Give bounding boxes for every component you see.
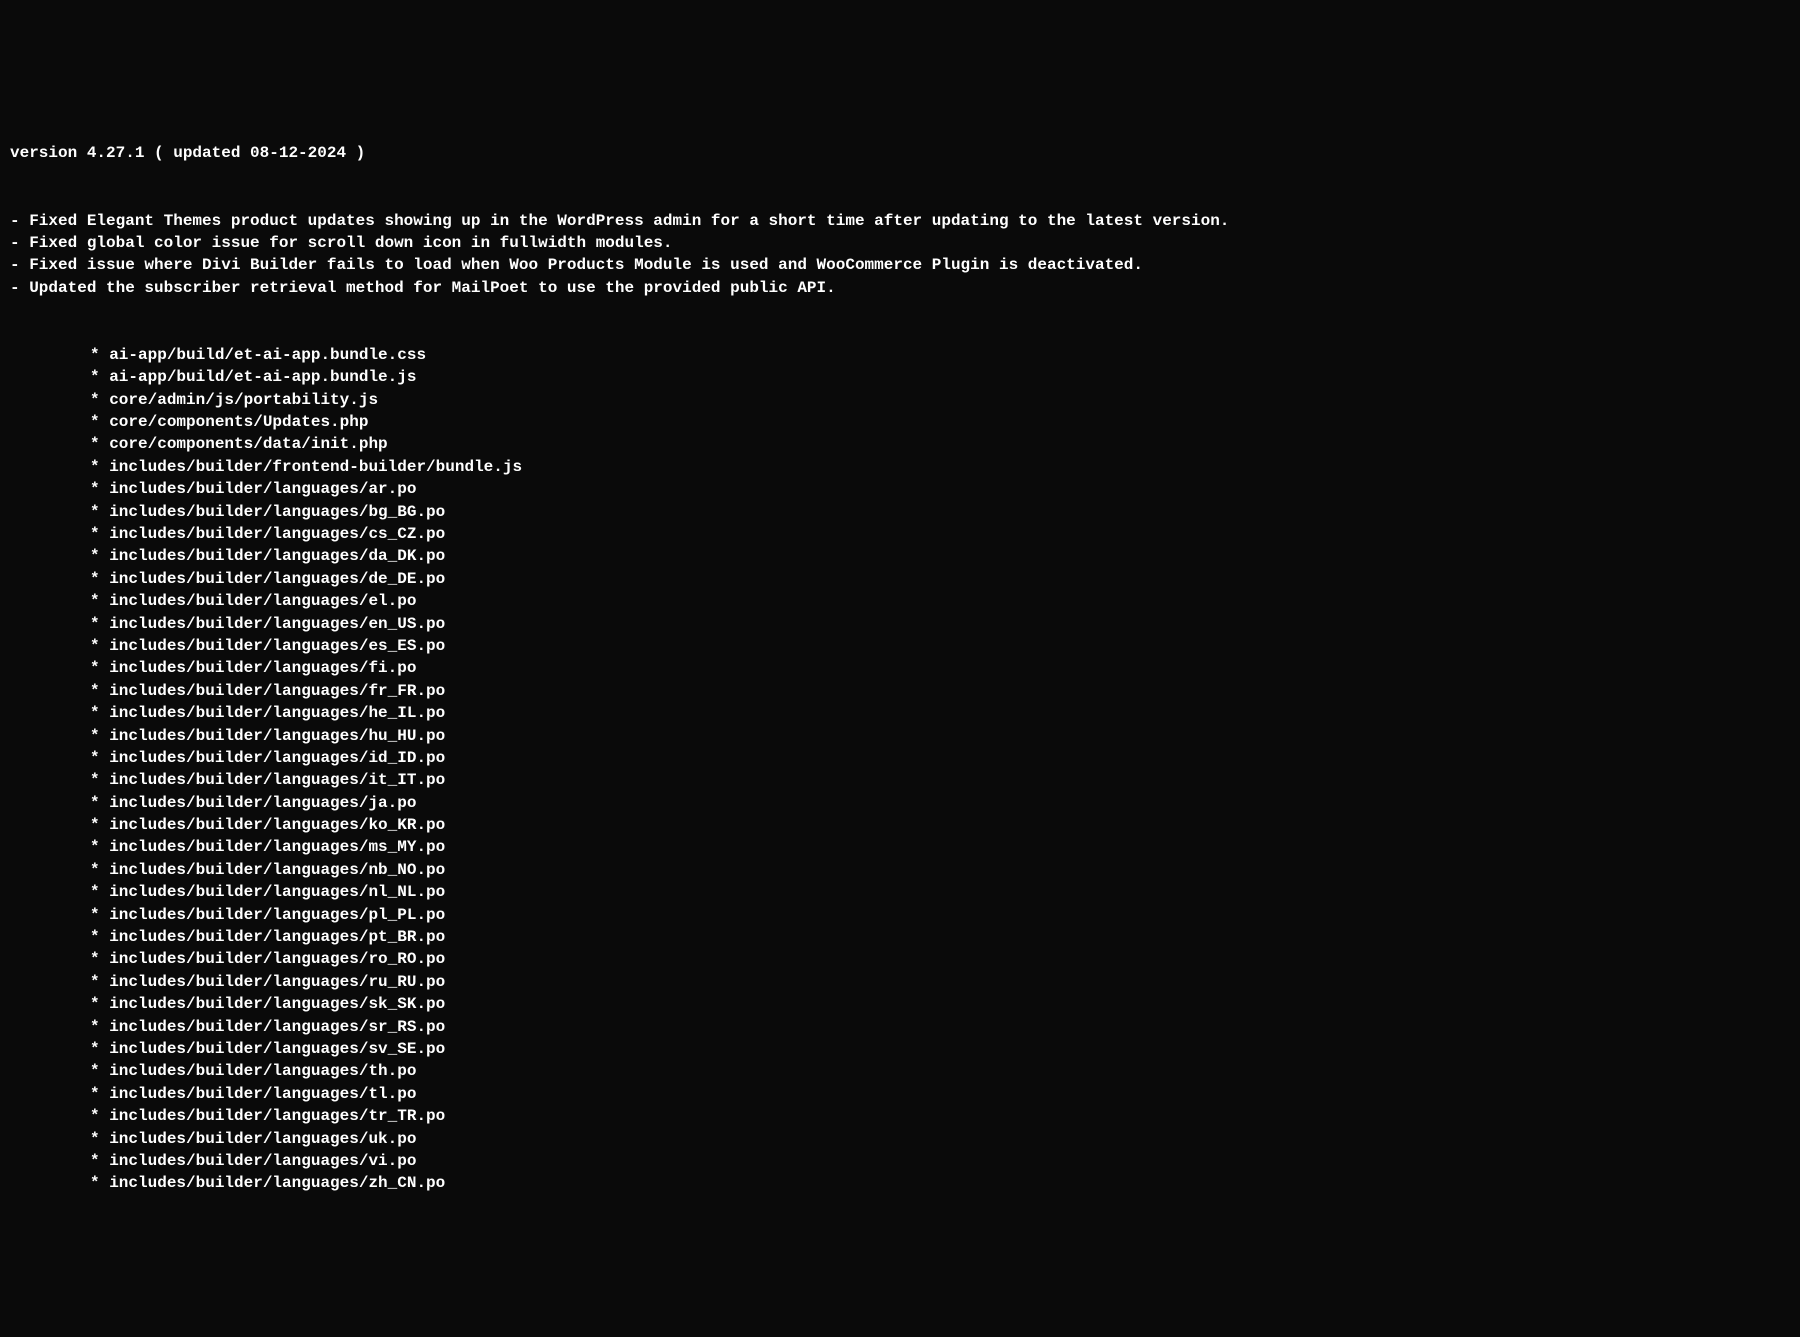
file-line: includes/builder/languages/nb_NO.po <box>10 859 1790 881</box>
file-line: includes/builder/frontend-builder/bundle… <box>10 456 1790 478</box>
fix-line: - Fixed issue where Divi Builder fails t… <box>10 254 1790 276</box>
file-line: includes/builder/languages/tl.po <box>10 1083 1790 1105</box>
file-line: includes/builder/languages/nl_NL.po <box>10 881 1790 903</box>
file-line: includes/builder/languages/fr_FR.po <box>10 680 1790 702</box>
file-line: includes/builder/languages/fi.po <box>10 657 1790 679</box>
file-line: includes/builder/languages/ar.po <box>10 478 1790 500</box>
file-line: includes/builder/languages/vi.po <box>10 1150 1790 1172</box>
file-line: includes/builder/languages/el.po <box>10 590 1790 612</box>
file-line: includes/builder/languages/ko_KR.po <box>10 814 1790 836</box>
file-line: core/admin/js/portability.js <box>10 389 1790 411</box>
file-line: includes/builder/languages/de_DE.po <box>10 568 1790 590</box>
file-line: includes/builder/languages/es_ES.po <box>10 635 1790 657</box>
file-line: includes/builder/languages/sr_RS.po <box>10 1016 1790 1038</box>
file-line: includes/builder/languages/ro_RO.po <box>10 948 1790 970</box>
file-line: includes/builder/languages/pt_BR.po <box>10 926 1790 948</box>
file-line: includes/builder/languages/tr_TR.po <box>10 1105 1790 1127</box>
file-line: includes/builder/languages/ms_MY.po <box>10 836 1790 858</box>
file-line: includes/builder/languages/pl_PL.po <box>10 904 1790 926</box>
file-line: includes/builder/languages/sv_SE.po <box>10 1038 1790 1060</box>
fix-line: - Fixed Elegant Themes product updates s… <box>10 210 1790 232</box>
file-line: includes/builder/languages/da_DK.po <box>10 545 1790 567</box>
file-line: ai-app/build/et-ai-app.bundle.css <box>10 344 1790 366</box>
file-line: core/components/data/init.php <box>10 433 1790 455</box>
file-line: includes/builder/languages/uk.po <box>10 1128 1790 1150</box>
file-line: includes/builder/languages/hu_HU.po <box>10 725 1790 747</box>
changelog-container: version 4.27.1 ( updated 08-12-2024 ) - … <box>10 98 1790 1218</box>
fixes-list: - Fixed Elegant Themes product updates s… <box>10 210 1790 300</box>
file-line: ai-app/build/et-ai-app.bundle.js <box>10 366 1790 388</box>
file-line: includes/builder/languages/ja.po <box>10 792 1790 814</box>
file-line: includes/builder/languages/cs_CZ.po <box>10 523 1790 545</box>
file-line: includes/builder/languages/he_IL.po <box>10 702 1790 724</box>
file-line: includes/builder/languages/bg_BG.po <box>10 501 1790 523</box>
file-line: core/components/Updates.php <box>10 411 1790 433</box>
file-line: includes/builder/languages/id_ID.po <box>10 747 1790 769</box>
files-list: ai-app/build/et-ai-app.bundle.cssai-app/… <box>10 344 1790 1195</box>
file-line: includes/builder/languages/ru_RU.po <box>10 971 1790 993</box>
file-line: includes/builder/languages/sk_SK.po <box>10 993 1790 1015</box>
file-line: includes/builder/languages/th.po <box>10 1060 1790 1082</box>
version-line: version 4.27.1 ( updated 08-12-2024 ) <box>10 142 1790 164</box>
fix-line: - Updated the subscriber retrieval metho… <box>10 277 1790 299</box>
file-line: includes/builder/languages/it_IT.po <box>10 769 1790 791</box>
fix-line: - Fixed global color issue for scroll do… <box>10 232 1790 254</box>
file-line: includes/builder/languages/en_US.po <box>10 613 1790 635</box>
file-line: includes/builder/languages/zh_CN.po <box>10 1172 1790 1194</box>
